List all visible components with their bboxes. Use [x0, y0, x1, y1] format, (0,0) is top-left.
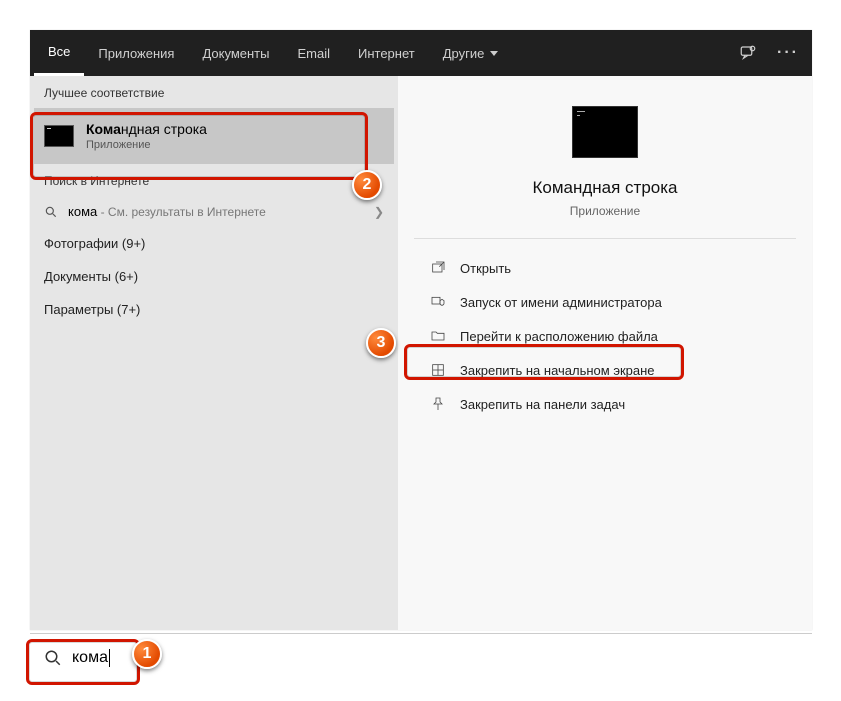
action-open-file-location-label: Перейти к расположению файла	[460, 329, 658, 344]
preview-right-pane: Командная строка Приложение Открыть Запу…	[398, 76, 812, 630]
preview-subtitle: Приложение	[570, 204, 640, 218]
filter-tabs-header: Все Приложения Документы Email Интернет …	[30, 30, 812, 76]
annotation-badge-2: 2	[352, 170, 382, 200]
tab-apps[interactable]: Приложения	[84, 30, 188, 76]
web-search-header: Поиск в Интернете	[30, 164, 398, 196]
tab-email[interactable]: Email	[283, 30, 344, 76]
action-pin-start-label: Закрепить на начальном экране	[460, 363, 655, 378]
feedback-icon[interactable]	[728, 44, 768, 62]
action-open-label: Открыть	[460, 261, 511, 276]
best-match-result[interactable]: Командная строка Приложение	[34, 108, 394, 164]
action-pin-taskbar-label: Закрепить на панели задач	[460, 397, 625, 412]
more-options-icon[interactable]: ···	[768, 44, 808, 62]
command-prompt-icon	[44, 125, 74, 147]
pin-start-icon	[430, 362, 446, 378]
chevron-down-icon	[490, 51, 498, 56]
shield-admin-icon	[430, 294, 446, 310]
category-photos[interactable]: Фотографии (9+)	[30, 227, 398, 260]
action-pin-taskbar[interactable]: Закрепить на панели задач	[414, 387, 796, 421]
text-caret	[109, 649, 110, 667]
open-icon	[430, 260, 446, 276]
web-search-result[interactable]: кома - См. результаты в Интернете ❯	[30, 196, 398, 227]
category-documents[interactable]: Документы (6+)	[30, 260, 398, 293]
search-window: Все Приложения Документы Email Интернет …	[30, 30, 812, 630]
search-icon	[44, 649, 62, 667]
tab-all[interactable]: Все	[34, 30, 84, 76]
web-search-text: кома - См. результаты в Интернете	[68, 204, 266, 219]
action-open[interactable]: Открыть	[414, 251, 796, 285]
best-match-header: Лучшее соответствие	[30, 76, 398, 108]
tab-documents[interactable]: Документы	[188, 30, 283, 76]
action-run-as-admin[interactable]: Запуск от имени администратора	[414, 285, 796, 319]
annotation-badge-3: 3	[366, 328, 396, 358]
action-list: Открыть Запуск от имени администратора П…	[414, 239, 796, 421]
best-match-title: Командная строка	[86, 121, 207, 137]
chevron-right-icon: ❯	[374, 205, 384, 219]
tab-internet[interactable]: Интернет	[344, 30, 429, 76]
action-run-as-admin-label: Запуск от имени администратора	[460, 295, 662, 310]
category-settings[interactable]: Параметры (7+)	[30, 293, 398, 326]
pin-taskbar-icon	[430, 396, 446, 412]
action-open-file-location[interactable]: Перейти к расположению файла	[414, 319, 796, 353]
search-icon	[44, 205, 58, 219]
best-match-subtitle: Приложение	[86, 139, 207, 151]
action-pin-start[interactable]: Закрепить на начальном экране	[414, 353, 796, 387]
search-input-value: кома	[72, 649, 110, 667]
tab-other-label: Другие	[443, 46, 485, 61]
folder-location-icon	[430, 328, 446, 344]
preview-title: Командная строка	[532, 178, 677, 198]
command-prompt-large-icon	[572, 106, 638, 158]
results-left-pane: Лучшее соответствие Командная строка При…	[30, 76, 398, 630]
tab-other[interactable]: Другие	[429, 30, 513, 76]
annotation-badge-1: 1	[132, 639, 162, 669]
